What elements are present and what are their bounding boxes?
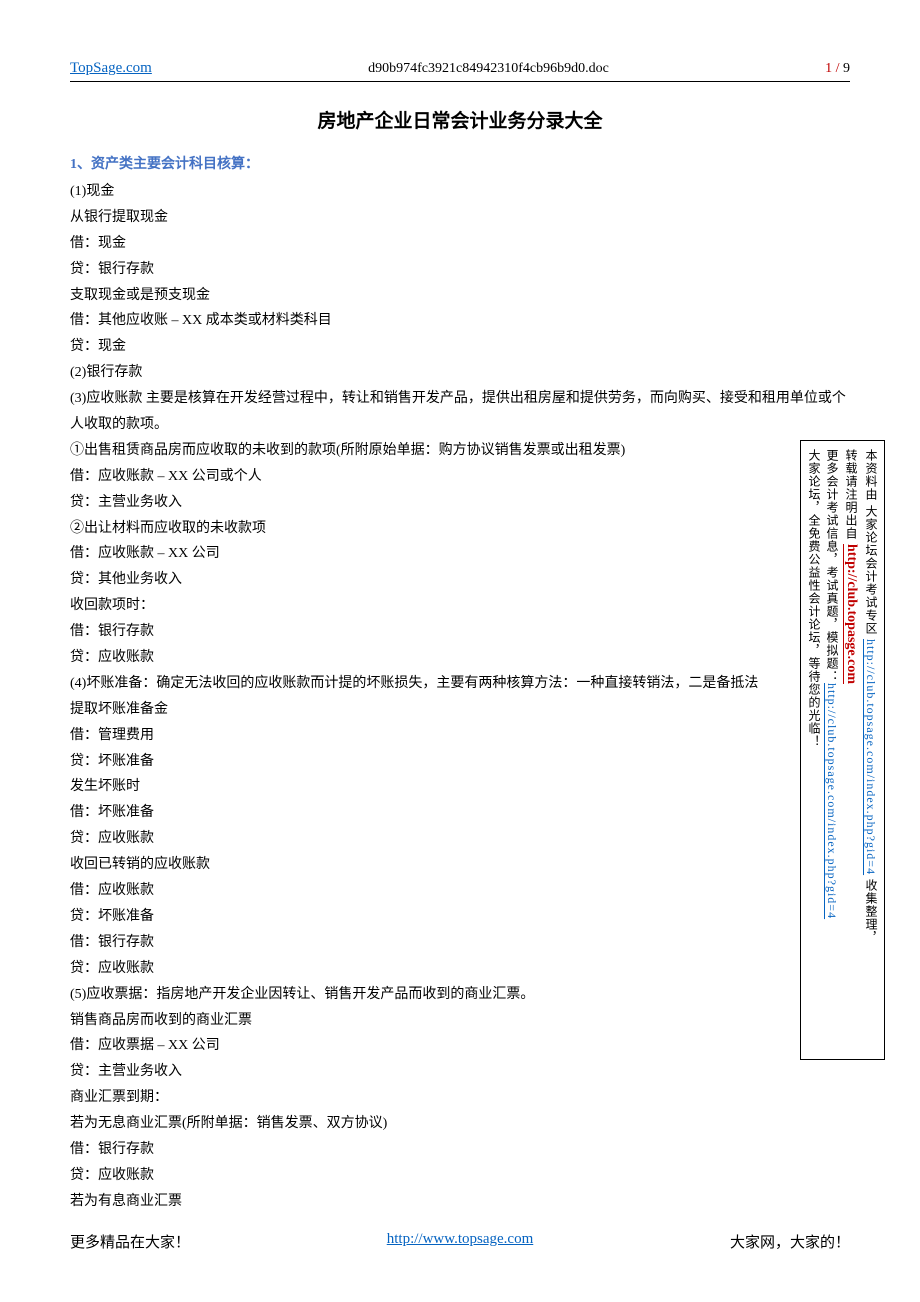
page-total: 9 — [843, 61, 850, 76]
body-line: 提取坏账准备金 — [70, 697, 850, 723]
sidebar-col-3: 更多会计考试信息，考试真题，模拟题：http://club.topsage.co… — [823, 449, 841, 1051]
body-line: 借：现金 — [70, 231, 850, 257]
footer-right: 大家网，大家的！ — [730, 1231, 850, 1252]
sidebar-col-4: 大家论坛，全免费公益性会计论坛，等待您的光临！ — [805, 449, 823, 1051]
body-line: 贷：其他业务收入 — [70, 567, 850, 593]
body-line: ①出售租赁商品房而应收取的未收到的款项(所附原始单据：购方协议销售发票或出租发票… — [70, 438, 850, 464]
sidebar-link[interactable]: http://club.topsage.com/index.php?gid=4 — [825, 683, 839, 919]
body-line: 若为无息商业汇票(所附单据：销售发票、双方协议) — [70, 1111, 850, 1137]
document-title: 房地产企业日常会计业务分录大全 — [70, 106, 850, 133]
body-line: 借：应收票据 – XX 公司 — [70, 1033, 850, 1059]
body-line: 贷：应收账款 — [70, 826, 850, 852]
body-line: (2)银行存款 — [70, 360, 850, 386]
body-line: 贷：银行存款 — [70, 257, 850, 283]
body-line: 贷：现金 — [70, 334, 850, 360]
section-heading: 1、资产类主要会计科目核算： — [70, 153, 850, 173]
body-line: 贷：主营业务收入 — [70, 1059, 850, 1085]
body-line: 贷：应收账款 — [70, 1163, 850, 1189]
page-sep: / — [832, 61, 843, 76]
body-line: 支取现金或是预支现金 — [70, 283, 850, 309]
sidebar-link[interactable]: http://club.topsage.com/index.php?gid=4 — [864, 639, 878, 875]
body-line: (5)应收票据：指房地产开发企业因转让、销售开发产品而收到的商业汇票。 — [70, 982, 850, 1008]
body-line: 从银行提取现金 — [70, 205, 850, 231]
body-line: 贷：主营业务收入 — [70, 490, 850, 516]
body-line: 发生坏账时 — [70, 774, 850, 800]
sidebar-text: 转载请注明出自 — [844, 449, 858, 544]
body-line: 贷：坏账准备 — [70, 904, 850, 930]
body-line: 借：管理费用 — [70, 723, 850, 749]
body-line: 销售商品房而收到的商业汇票 — [70, 1008, 850, 1034]
body-line: ②出让材料而应收取的未收款项 — [70, 516, 850, 542]
body-line: 借：应收账款 – XX 公司或个人 — [70, 464, 850, 490]
page-header: TopSage.com d90b974fc3921c84942310f4cb96… — [70, 60, 850, 82]
body-line: 贷：坏账准备 — [70, 749, 850, 775]
sidebar-note: 本资料由 大家论坛会计考试专区 http://club.topsage.com/… — [800, 440, 885, 1060]
sidebar-col-2: 转载请注明出自 http://club.topasge.com — [841, 449, 862, 1051]
body-line: 贷：应收账款 — [70, 645, 850, 671]
body-line: 收回已转销的应收账款 — [70, 852, 850, 878]
body-line: 借：应收账款 – XX 公司 — [70, 541, 850, 567]
body-line: 收回款项时： — [70, 593, 850, 619]
body-line: 若为有息商业汇票 — [70, 1189, 850, 1215]
footer-link[interactable]: http://www.topsage.com — [387, 1231, 534, 1252]
sidebar-main-link[interactable]: http://club.topasge.com — [844, 544, 859, 684]
header-page-indicator: 1 / 9 — [825, 61, 850, 77]
body-line: 借：银行存款 — [70, 1137, 850, 1163]
header-filename: d90b974fc3921c84942310f4cb96b9d0.doc — [368, 61, 609, 77]
sidebar-text: 大家论坛，全免费公益性会计论坛，等待您的光临！ — [807, 449, 821, 748]
body-line: (4)坏账准备：确定无法收回的应收账款而计提的坏账损失，主要有两种核算方法：一种… — [70, 671, 850, 697]
body-line: 借：应收账款 — [70, 878, 850, 904]
body-line: (1)现金 — [70, 179, 850, 205]
sidebar-text: 本资料由 大家论坛会计考试专区 — [864, 449, 878, 639]
body-line: (3)应收账款 主要是核算在开发经营过程中，转让和销售开发产品，提供出租房屋和提… — [70, 386, 850, 438]
footer-left: 更多精品在大家！ — [70, 1231, 190, 1252]
body-line: 借：坏账准备 — [70, 800, 850, 826]
sidebar-col-1: 本资料由 大家论坛会计考试专区 http://club.topsage.com/… — [862, 449, 880, 1051]
body-content: (1)现金 从银行提取现金 借：现金 贷：银行存款 支取现金或是预支现金 借：其… — [70, 179, 850, 1215]
body-line: 借：银行存款 — [70, 930, 850, 956]
body-line: 商业汇票到期： — [70, 1085, 850, 1111]
page-footer: 更多精品在大家！ http://www.topsage.com 大家网，大家的！ — [70, 1231, 850, 1252]
body-line: 借：银行存款 — [70, 619, 850, 645]
header-site-link[interactable]: TopSage.com — [70, 60, 152, 77]
body-line: 借：其他应收账 – XX 成本类或材料类科目 — [70, 308, 850, 334]
sidebar-text: 更多会计考试信息，考试真题，模拟题： — [825, 449, 839, 683]
body-line: 贷：应收账款 — [70, 956, 850, 982]
sidebar-text: 收集整理， — [864, 875, 878, 944]
